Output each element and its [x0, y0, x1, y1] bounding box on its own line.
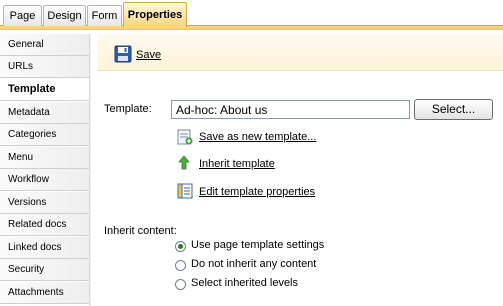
template-name-field[interactable] [171, 100, 410, 119]
save-as-new-template-link[interactable]: Save as new template... [199, 131, 316, 143]
select-template-button[interactable]: Select... [414, 99, 493, 120]
radio-select-inherited-levels[interactable] [175, 279, 186, 290]
inherit-template-link[interactable]: Inherit template [199, 158, 275, 170]
properties-sidebar: General URLs Template Metadata Categorie… [0, 34, 89, 306]
tab-properties[interactable]: Properties [123, 2, 187, 27]
toolbar-divider [98, 70, 503, 71]
sidebar-item-versions[interactable]: Versions [0, 192, 89, 214]
sidebar-item-related-docs[interactable]: Related docs [0, 214, 89, 236]
sidebar-item-template[interactable]: Template [0, 79, 89, 101]
edit-template-properties-link[interactable]: Edit template properties [199, 186, 315, 198]
floppy-disk-icon[interactable] [114, 45, 132, 63]
sidebar-item-menu[interactable]: Menu [0, 147, 89, 169]
sidebar-item-security[interactable]: Security [0, 259, 89, 281]
sidebar-item-metadata[interactable]: Metadata [0, 102, 89, 124]
sidebar-item-categories[interactable]: Categories [0, 124, 89, 146]
sidebar-item-linked-docs[interactable]: Linked docs [0, 237, 89, 259]
inherit-content-label: Inherit content: [104, 225, 177, 237]
sidebar-item-general[interactable]: General [0, 34, 89, 56]
save-template-icon[interactable] [177, 129, 193, 145]
tab-page[interactable]: Page [3, 5, 42, 26]
radio-label-select-inherited-levels[interactable]: Select inherited levels [191, 277, 298, 289]
inherit-arrow-icon[interactable] [177, 155, 193, 171]
tab-design[interactable]: Design [43, 5, 86, 26]
radio-label-use-page-template-settings[interactable]: Use page template settings [191, 239, 324, 251]
save-button[interactable]: Save [136, 49, 161, 61]
radio-do-not-inherit[interactable] [175, 260, 186, 271]
radio-label-do-not-inherit[interactable]: Do not inherit any content [191, 258, 316, 270]
sidebar-item-workflow[interactable]: Workflow [0, 169, 89, 191]
radio-use-page-template-settings[interactable] [175, 241, 186, 252]
sidebar-item-attachments[interactable]: Attachments [0, 282, 89, 304]
sidebar-separator [89, 34, 91, 306]
tab-form[interactable]: Form [87, 5, 122, 26]
sidebar-item-urls[interactable]: URLs [0, 56, 89, 78]
template-label: Template: [104, 103, 152, 115]
edit-properties-icon[interactable] [177, 183, 193, 199]
